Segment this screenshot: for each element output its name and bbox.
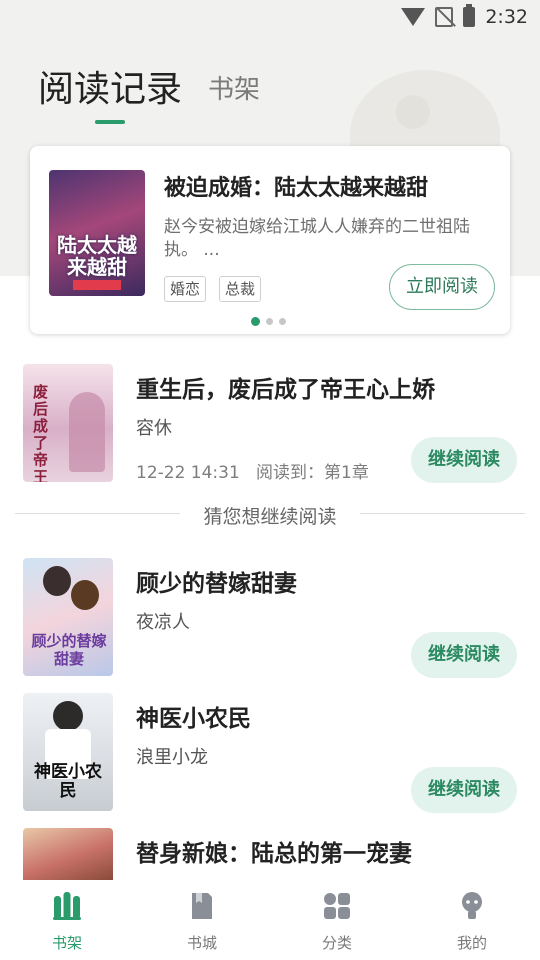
header-tabs: 阅读记录 书架: [38, 60, 260, 124]
divider-line: [360, 513, 525, 514]
book-author: 浪里小龙: [136, 747, 208, 768]
status-bar: 2:32: [0, 0, 540, 36]
nav-item-bookshelf[interactable]: 书架: [27, 890, 107, 953]
cover-subtitle: [73, 280, 121, 290]
cover-figure: [53, 701, 83, 731]
book-cover[interactable]: 废后成了帝王心上娇: [23, 364, 113, 482]
progress-chapter: 阅读到：第1章: [256, 463, 369, 483]
cover-title: 陆太太越来越甜: [57, 233, 137, 279]
cover-figure: [43, 566, 71, 596]
active-tab-indicator: [95, 120, 125, 124]
read-now-button[interactable]: 立即阅读: [389, 264, 495, 310]
wifi-icon: [401, 8, 426, 26]
nav-label: 分类: [321, 934, 352, 952]
tag-romance[interactable]: 婚恋: [164, 276, 207, 302]
status-time: 2:32: [485, 6, 528, 28]
bookshelf-icon: [53, 892, 81, 920]
category-grid-icon: [324, 893, 350, 919]
reading-progress: 12-22 14:31 阅读到：第1章: [136, 458, 369, 483]
carousel-dot[interactable]: [266, 318, 273, 325]
tab-bookshelf[interactable]: 书架: [208, 69, 260, 106]
cover-title: 顾少的替嫁甜妻: [31, 632, 107, 668]
cover-title: 神医小农民: [34, 762, 102, 801]
cover-figure: [71, 580, 99, 610]
nav-item-category[interactable]: 分类: [297, 890, 377, 953]
continue-reading-button[interactable]: 继续阅读: [411, 632, 517, 678]
book-cover[interactable]: 神医小农民: [23, 693, 113, 811]
suggestions-divider: 猜您想继续阅读: [15, 502, 525, 528]
cover-title: 废后成了帝王心上娇: [33, 383, 49, 483]
book-author: 容休: [136, 418, 172, 439]
bottom-navigation: 书架 书城 分类 我的: [0, 880, 540, 960]
no-sim-icon: [435, 7, 454, 27]
book-title[interactable]: 重生后，废后成了帝王心上娇: [136, 370, 435, 404]
nav-label: 书城: [186, 934, 217, 952]
nav-item-bookstore[interactable]: 书城: [162, 890, 242, 953]
book-title[interactable]: 替身新娘：陆总的第一宠妻: [136, 834, 412, 868]
last-read-time: 12-22 14:31: [136, 463, 240, 483]
carousel-dot-active[interactable]: [251, 317, 260, 326]
book-title[interactable]: 顾少的替嫁甜妻: [136, 564, 297, 598]
header-decoration: [396, 95, 430, 129]
continue-reading-button[interactable]: 继续阅读: [411, 437, 517, 483]
tab-reading-history[interactable]: 阅读记录: [38, 60, 182, 124]
book-cover[interactable]: [23, 828, 113, 880]
nav-item-profile[interactable]: 我的: [432, 890, 512, 953]
featured-book-description: 赵今安被迫嫁给江城人人嫌弃的二世祖陆执。 ...: [164, 217, 470, 260]
suggestions-header: 猜您想继续阅读: [203, 506, 337, 528]
book-cover[interactable]: 顾少的替嫁甜妻: [23, 558, 113, 676]
featured-book-card[interactable]: 陆太太越来越甜 被迫成婚：陆太太越来越甜 赵今安被迫嫁给江城人人嫌弃的二世祖陆执…: [30, 146, 510, 334]
nav-label: 书架: [51, 934, 82, 952]
profile-icon: [462, 892, 482, 919]
cover-figure: [69, 392, 105, 472]
carousel-indicator: [251, 317, 286, 326]
battery-icon: [463, 4, 476, 27]
carousel-dot[interactable]: [279, 318, 286, 325]
nav-label: 我的: [456, 934, 487, 952]
book-author: 夜凉人: [136, 612, 190, 633]
book-title[interactable]: 神医小农民: [136, 699, 251, 733]
book-icon: [192, 893, 212, 919]
featured-book-title[interactable]: 被迫成婚：陆太太越来越甜: [164, 170, 428, 202]
featured-book-cover[interactable]: 陆太太越来越甜: [49, 170, 145, 296]
tag-ceo[interactable]: 总裁: [219, 276, 262, 302]
continue-reading-button[interactable]: 继续阅读: [411, 767, 517, 813]
